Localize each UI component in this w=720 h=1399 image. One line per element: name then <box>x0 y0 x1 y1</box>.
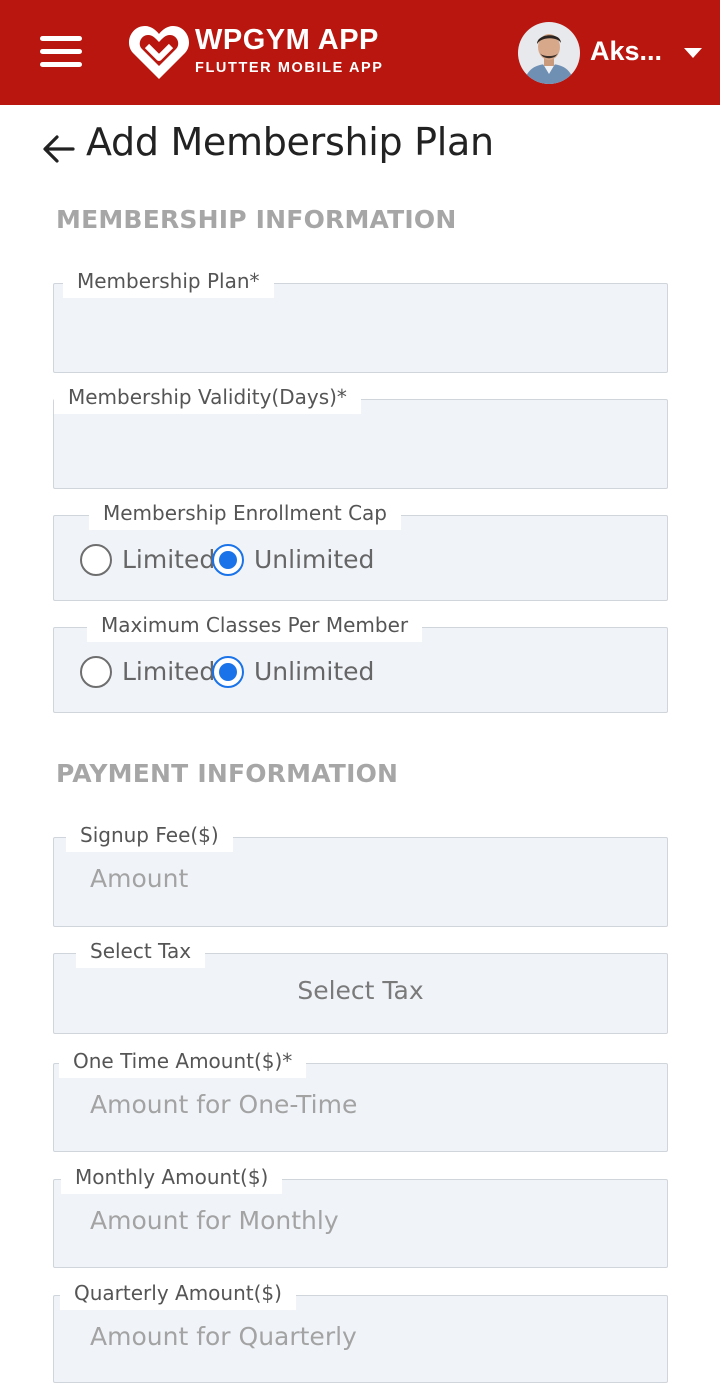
one-time-amount-label: One Time Amount($)* <box>59 1044 307 1078</box>
user-name[interactable]: Aks... <box>590 36 662 67</box>
page-title: Add Membership Plan <box>86 120 494 164</box>
enrollment-cap-limited-label[interactable]: Limited <box>122 544 215 576</box>
select-tax-label: Select Tax <box>76 934 206 968</box>
app-bar: WPGYM APP FLUTTER MOBILE APP Aks... <box>0 0 720 105</box>
membership-plan-field[interactable]: Membership Plan* <box>53 264 668 373</box>
monthly-amount-placeholder: Amount for Monthly <box>90 1206 339 1235</box>
enrollment-cap-label: Membership Enrollment Cap <box>89 496 401 530</box>
max-classes-limited-radio[interactable] <box>80 656 112 688</box>
brand-title: WPGYM APP <box>195 24 379 56</box>
max-classes-unlimited-radio[interactable] <box>212 656 244 688</box>
section-heading-membership: MEMBERSHIP INFORMATION <box>56 205 457 234</box>
select-tax-value[interactable]: Select Tax <box>54 976 667 1005</box>
membership-plan-label: Membership Plan* <box>63 264 274 298</box>
brand-logo-icon <box>128 26 190 79</box>
user-photo-icon <box>518 22 580 84</box>
membership-validity-label: Membership Validity(Days)* <box>54 380 361 414</box>
enrollment-cap-unlimited-radio[interactable] <box>212 544 244 576</box>
monthly-amount-label: Monthly Amount($) <box>61 1160 283 1194</box>
one-time-amount-placeholder: Amount for One-Time <box>90 1090 358 1119</box>
one-time-amount-field[interactable]: One Time Amount($)* Amount for One-Time <box>53 1044 668 1152</box>
select-tax-dropdown[interactable]: Select Tax Select Tax <box>53 934 668 1034</box>
max-classes-group: Maximum Classes Per Member Limited Unlim… <box>53 608 668 713</box>
signup-fee-field[interactable]: Signup Fee($) Amount <box>53 818 668 927</box>
avatar[interactable] <box>518 22 580 84</box>
section-heading-payment: PAYMENT INFORMATION <box>56 759 399 788</box>
enrollment-cap-unlimited-label[interactable]: Unlimited <box>254 544 374 576</box>
membership-validity-field[interactable]: Membership Validity(Days)* <box>53 380 668 489</box>
monthly-amount-field[interactable]: Monthly Amount($) Amount for Monthly <box>53 1160 668 1268</box>
max-classes-limited-label[interactable]: Limited <box>122 656 215 688</box>
max-classes-label: Maximum Classes Per Member <box>87 608 423 642</box>
signup-fee-label: Signup Fee($) <box>66 818 233 852</box>
max-classes-unlimited-label[interactable]: Unlimited <box>254 656 374 688</box>
quarterly-amount-label: Quarterly Amount($) <box>60 1276 296 1310</box>
quarterly-amount-placeholder: Amount for Quarterly <box>90 1322 357 1351</box>
arrow-left-icon[interactable] <box>40 130 80 166</box>
caret-down-icon[interactable] <box>684 48 702 58</box>
quarterly-amount-field[interactable]: Quarterly Amount($) Amount for Quarterly <box>53 1276 668 1383</box>
enrollment-cap-group: Membership Enrollment Cap Limited Unlimi… <box>53 496 668 601</box>
brand-subtitle: FLUTTER MOBILE APP <box>195 60 384 76</box>
enrollment-cap-limited-radio[interactable] <box>80 544 112 576</box>
signup-fee-placeholder: Amount <box>90 864 189 893</box>
hamburger-menu-icon[interactable] <box>38 34 86 70</box>
